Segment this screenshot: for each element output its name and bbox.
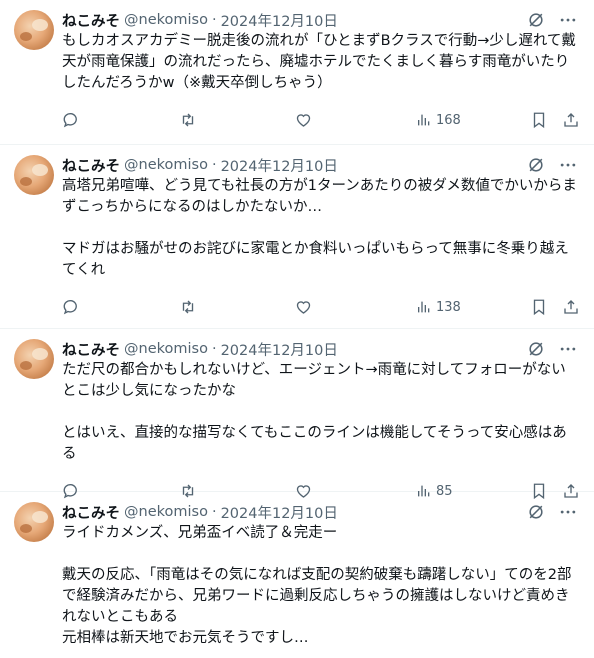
tweet-date[interactable]: 2024年12月10日 — [221, 155, 338, 176]
separator: · — [211, 341, 217, 357]
like-button[interactable] — [294, 111, 313, 129]
avatar[interactable] — [14, 502, 54, 542]
tweet-date[interactable]: 2024年12月10日 — [221, 339, 338, 360]
retweet-icon — [178, 111, 198, 129]
views-count: 138 — [436, 299, 461, 315]
tweet[interactable]: ねこみそ @nekomiso · 2024年12月10日 高塔兄弟喧嘩、どう見て… — [0, 145, 594, 329]
bookmark-icon — [530, 111, 548, 129]
views-icon — [416, 299, 432, 315]
tweet-actions: 168 — [62, 100, 578, 140]
views-count: 168 — [436, 112, 461, 128]
bookmark-button[interactable] — [530, 111, 548, 129]
tweet-text: もしカオスアカデミー脱走後の流れが「ひとまずBクラスで行動→少し遅れて戴天が雨竜… — [62, 33, 576, 91]
more-icon[interactable] — [558, 502, 578, 522]
tweet[interactable]: ねこみそ @nekomiso · 2024年12月10日 ただ尺の都合かもしれな… — [0, 329, 594, 500]
more-icon[interactable] — [558, 155, 578, 175]
display-name[interactable]: ねこみそ — [62, 155, 120, 176]
separator: · — [211, 157, 217, 173]
user-handle[interactable]: @nekomiso — [124, 157, 208, 173]
tweet-header: ねこみそ @nekomiso · 2024年12月10日 — [62, 339, 578, 359]
user-handle[interactable]: @nekomiso — [124, 12, 208, 28]
views-button[interactable]: 168 — [412, 112, 461, 128]
tweet-text: 高塔兄弟喧嘩、どう見ても社長の方が1ターンあたりの被ダメ数値でかいからまずこっち… — [62, 178, 577, 278]
grok-icon[interactable] — [526, 10, 546, 30]
separator: · — [211, 504, 217, 520]
share-button[interactable] — [562, 111, 580, 129]
retweet-button[interactable] — [178, 298, 198, 316]
tweet[interactable]: ねこみそ @nekomiso · 2024年12月10日 ライドカメンズ、兄弟盃… — [0, 492, 594, 658]
tweet-header: ねこみそ @nekomiso · 2024年12月10日 — [62, 155, 578, 175]
avatar[interactable] — [14, 339, 54, 379]
tweet-date[interactable]: 2024年12月10日 — [221, 502, 338, 523]
tweet-date[interactable]: 2024年12月10日 — [221, 10, 338, 31]
like-button[interactable] — [294, 298, 313, 316]
tweet-header: ねこみそ @nekomiso · 2024年12月10日 — [62, 502, 578, 522]
reply-icon — [62, 111, 80, 129]
grok-icon[interactable] — [526, 502, 546, 522]
retweet-button[interactable] — [178, 111, 198, 129]
grok-icon[interactable] — [526, 155, 546, 175]
retweet-icon — [178, 298, 198, 316]
like-icon — [294, 111, 313, 129]
avatar[interactable] — [14, 10, 54, 50]
tweet-text: ただ尺の都合かもしれないけど、エージェント→雨竜に対してフォローがないとこは少し… — [62, 362, 567, 462]
tweet-actions: 138 — [62, 287, 578, 327]
bookmark-icon — [530, 298, 548, 316]
share-icon — [562, 298, 580, 316]
reply-button[interactable] — [62, 298, 80, 316]
share-icon — [562, 111, 580, 129]
tweet[interactable]: ねこみそ @nekomiso · 2024年12月10日 もしカオスアカデミー脱… — [0, 0, 594, 145]
avatar[interactable] — [14, 155, 54, 195]
views-button[interactable]: 138 — [412, 299, 461, 315]
reply-icon — [62, 298, 80, 316]
timeline: ねこみそ @nekomiso · 2024年12月10日 もしカオスアカデミー脱… — [0, 0, 594, 658]
user-handle[interactable]: @nekomiso — [124, 504, 208, 520]
reply-button[interactable] — [62, 111, 80, 129]
views-icon — [416, 112, 432, 128]
display-name[interactable]: ねこみそ — [62, 502, 120, 523]
tweet-text: ライドカメンズ、兄弟盃イベ読了＆完走ー 戴天の反応、「雨竜はその気になれば支配の… — [62, 525, 572, 646]
grok-icon[interactable] — [526, 339, 546, 359]
bookmark-button[interactable] — [530, 298, 548, 316]
separator: · — [211, 12, 217, 28]
like-icon — [294, 298, 313, 316]
tweet-header: ねこみそ @nekomiso · 2024年12月10日 — [62, 10, 578, 30]
more-icon[interactable] — [558, 10, 578, 30]
user-handle[interactable]: @nekomiso — [124, 341, 208, 357]
display-name[interactable]: ねこみそ — [62, 339, 120, 360]
share-button[interactable] — [562, 298, 580, 316]
display-name[interactable]: ねこみそ — [62, 10, 120, 31]
more-icon[interactable] — [558, 339, 578, 359]
